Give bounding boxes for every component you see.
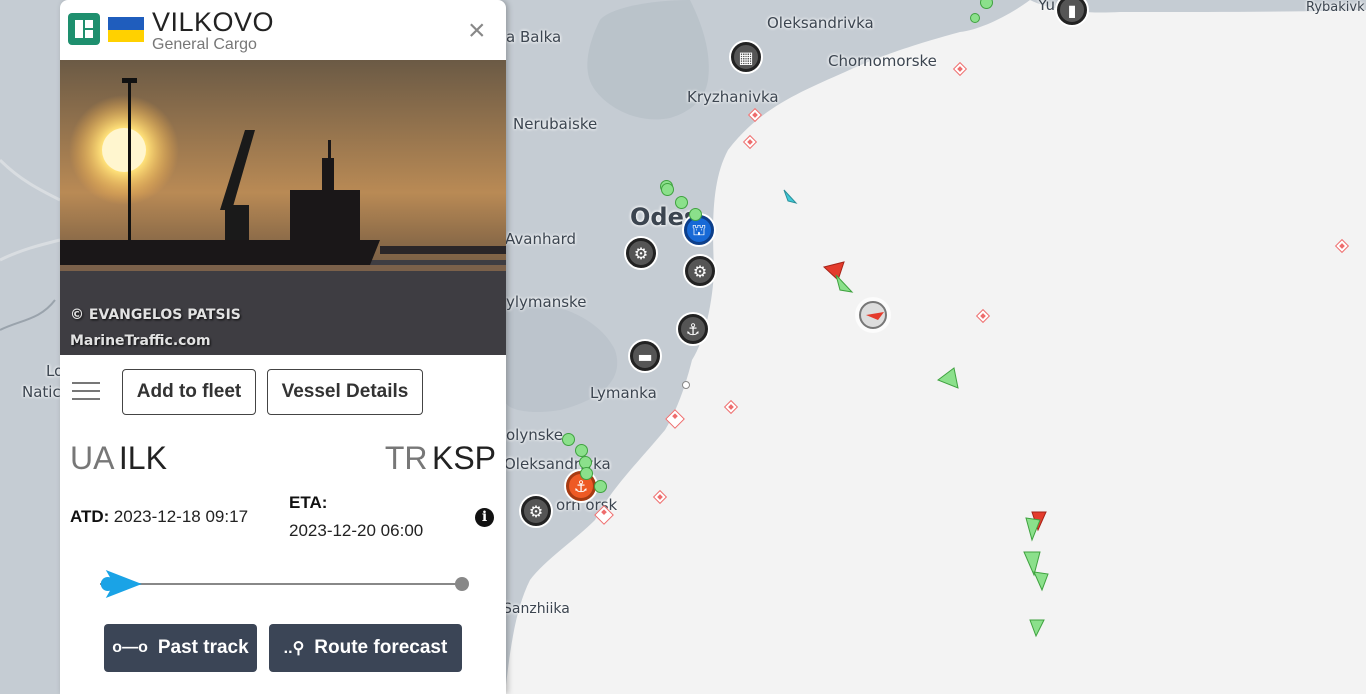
route-forecast-button[interactable]: ..⚲ Route forecast [269, 624, 462, 672]
origin-port: UA ILK [70, 440, 167, 477]
gear-icon[interactable]: ⚙ [626, 238, 656, 268]
photo-credit-author: © EVANGELOS PATSIS [70, 307, 241, 323]
crane-icon[interactable]: ⚓ [678, 314, 708, 344]
voyage-progress-svg [100, 570, 469, 598]
photo-credit-site: MarineTraffic.com [70, 333, 211, 349]
flag-ukraine-icon [108, 17, 144, 42]
eta-value: 2023-12-20 06:00 [289, 521, 424, 540]
map-label-chornomorske: Chornomorske [828, 52, 937, 70]
origin-port-code: ILK [118, 440, 167, 476]
past-track-label: Past track [157, 637, 249, 658]
destination-country-code: TR [384, 440, 428, 476]
hamburger-icon[interactable] [72, 382, 100, 402]
panel-header: VILKOVO General Cargo × [60, 0, 506, 60]
map-label-sanzhiika: Sanzhiika [503, 601, 570, 617]
info-icon[interactable]: i [475, 508, 494, 527]
destination-port-code: KSP [431, 440, 496, 476]
app-logo-icon [68, 13, 100, 45]
vessel-type: General Cargo [152, 36, 257, 53]
map-label-oleksandrivka-south: Oleksandrivka [504, 455, 611, 473]
past-track-button[interactable]: o—o Past track [104, 624, 257, 672]
map-label-avanhard: Avanhard [505, 230, 577, 248]
vessel-dot[interactable] [689, 208, 702, 221]
track-icon: o—o [112, 639, 148, 656]
vessel-dot[interactable] [661, 183, 674, 196]
truck-icon[interactable]: ▬ [630, 341, 660, 371]
atd-block: ATD: 2023-12-18 09:17 [70, 507, 248, 527]
route-pin-icon: ..⚲ [283, 640, 305, 657]
map-label-rybakivka: Rybakivk [1306, 0, 1365, 15]
eta-block: ETA: 2023-12-20 06:00 [289, 493, 423, 541]
route-ports: UA ILK TR KSP [70, 440, 496, 480]
map-label-left2: Natic [22, 383, 61, 401]
map-label-oleksandrivka: Oleksandrivka [767, 14, 874, 32]
eta-label: ETA: [289, 493, 328, 512]
add-to-fleet-button[interactable]: Add to fleet [122, 369, 256, 415]
vessel-info-panel: VILKOVO General Cargo × © EVANGELOS PATS… [60, 0, 506, 694]
vessel-dot[interactable] [970, 13, 980, 23]
vessel-dot[interactable] [580, 467, 593, 480]
vessel-dot[interactable] [562, 433, 575, 446]
voyage-progress [100, 570, 470, 598]
vessel-details-button[interactable]: Vessel Details [267, 369, 423, 415]
photo-credit: © EVANGELOS PATSIS MarineTraffic.com [70, 302, 241, 354]
atd-value: 2023-12-18 09:17 [113, 507, 249, 526]
map-label-yuzhne: Yu [1038, 0, 1055, 14]
origin-country-code: UA [70, 440, 115, 476]
port-facility-icon[interactable]: ▦ [731, 42, 761, 72]
vessel-dot[interactable] [675, 196, 688, 209]
vessel-photo[interactable]: © EVANGELOS PATSIS MarineTraffic.com [60, 60, 506, 355]
atd-label: ATD: [70, 507, 110, 526]
map-label-lymanka: Lymanka [590, 384, 657, 402]
gear-icon[interactable]: ⚙ [685, 256, 715, 286]
map-label-balka: a Balka [506, 28, 562, 46]
map-label-lymanske: ylymanske [506, 293, 587, 311]
close-icon[interactable]: × [468, 16, 486, 46]
map-label-olynske: olynske [506, 426, 563, 444]
route-forecast-label: Route forecast [314, 637, 448, 658]
destination-port: TR KSP [385, 440, 496, 477]
gear-icon[interactable]: ⚙ [521, 496, 551, 526]
vessel-name: VILKOVO [152, 7, 275, 37]
vessel-dot[interactable] [594, 480, 607, 493]
map-label-nerubaiske: Nerubaiske [513, 115, 598, 133]
map-label-kryzhanivka: Kryzhanivka [687, 88, 779, 106]
